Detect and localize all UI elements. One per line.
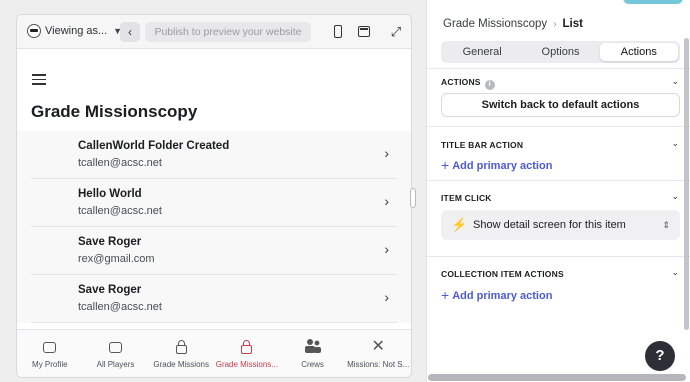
tab-label: Grade Missions xyxy=(153,360,209,369)
list-item-title: CallenWorld Folder Created xyxy=(78,140,230,152)
lock-icon xyxy=(237,338,257,356)
plus-icon: + xyxy=(441,287,450,303)
expand-button[interactable]: ⤢ xyxy=(387,23,405,41)
tab-grade-missions-copy[interactable]: Grade Missions... xyxy=(214,330,280,377)
phone-view-button[interactable] xyxy=(329,23,347,41)
chevron-right-icon: › xyxy=(553,19,557,30)
breadcrumb: Grade Missionscopy › List xyxy=(443,18,583,30)
tab-label: My Profile xyxy=(32,360,68,369)
chevron-down-icon[interactable]: ⌄ xyxy=(671,267,679,278)
tab-options[interactable]: Options xyxy=(521,43,599,61)
tab-label: All Players xyxy=(96,360,135,369)
tablet-icon xyxy=(358,26,370,37)
tab-label: Missions: Not S... xyxy=(347,360,410,369)
tablet-view-button[interactable] xyxy=(355,23,373,41)
preview-list: CallenWorld Folder Created tcallen@acsc.… xyxy=(17,131,411,323)
switch-default-actions-button[interactable]: Switch back to default actions xyxy=(441,93,680,117)
list-item-title: Hello World xyxy=(78,188,142,200)
people-icon xyxy=(303,338,323,356)
list-item-title: Save Roger xyxy=(78,284,142,296)
list-item-title: Save Roger xyxy=(78,236,142,248)
list-item-subtitle: tcallen@acsc.net xyxy=(78,301,162,313)
tab-crews[interactable]: Crews xyxy=(280,330,346,377)
chevron-down-icon[interactable]: ⌄ xyxy=(671,191,679,202)
add-collection-action-link[interactable]: + Add primary action xyxy=(441,287,552,303)
resize-handle[interactable] xyxy=(410,188,416,208)
chevron-down-icon[interactable]: ⌄ xyxy=(671,76,679,87)
help-button[interactable]: ? xyxy=(645,341,675,371)
preview-url-field[interactable]: Publish to preview your website xyxy=(145,22,311,42)
message-icon xyxy=(40,338,60,356)
list-item-subtitle: tcallen@acsc.net xyxy=(78,205,162,217)
item-click-select[interactable]: ⚡ Show detail screen for this item ⇕ xyxy=(441,210,680,240)
viewing-as-dropdown[interactable]: Viewing as... ▼ xyxy=(27,24,122,38)
tab-label: Grade Missions... xyxy=(215,360,278,369)
list-item-subtitle: tcallen@acsc.net xyxy=(78,157,162,169)
plus-icon: + xyxy=(441,157,450,173)
item-click-heading: ITEM CLICK xyxy=(441,193,492,203)
horizontal-scrollbar[interactable] xyxy=(428,374,686,381)
chevron-right-icon: › xyxy=(384,145,389,161)
tab-general[interactable]: General xyxy=(443,43,521,61)
close-icon: ✕ xyxy=(371,338,385,355)
lock-icon xyxy=(171,338,191,356)
collection-item-actions-section: COLLECTION ITEM ACTIONS ⌄ + Add primary a… xyxy=(427,256,690,316)
chevron-down-icon[interactable]: ⌄ xyxy=(671,138,679,149)
preview-tab-bar: My Profile All Players Grade Missions Gr… xyxy=(17,329,411,377)
user-avatar-icon xyxy=(27,24,41,38)
add-title-bar-action-link[interactable]: + Add primary action xyxy=(441,157,552,173)
preview-area: Viewing as... ▼ ‹ Publish to preview you… xyxy=(0,0,426,382)
app-preview-frame: Viewing as... ▼ ‹ Publish to preview you… xyxy=(16,14,412,378)
hamburger-menu-icon[interactable] xyxy=(32,74,46,88)
phone-icon xyxy=(334,25,342,38)
list-item-subtitle: rex@gmail.com xyxy=(78,253,155,265)
tab-missions-not-started[interactable]: ✕ Missions: Not S... xyxy=(345,330,411,377)
chevron-right-icon: › xyxy=(384,241,389,257)
breadcrumb-current: List xyxy=(562,18,583,30)
breadcrumb-parent[interactable]: Grade Missionscopy xyxy=(443,18,547,30)
list-item[interactable]: Save Roger tcallen@acsc.net › xyxy=(31,275,397,323)
message-icon xyxy=(106,338,126,356)
chevron-right-icon: › xyxy=(384,193,389,209)
preview-screen: Grade Missionscopy CallenWorld Folder Cr… xyxy=(17,50,411,330)
preview-toolbar: Viewing as... ▼ ‹ Publish to preview you… xyxy=(17,15,411,49)
panel-tabs: General Options Actions xyxy=(441,41,680,63)
item-click-value: Show detail screen for this item xyxy=(473,219,626,231)
tab-grade-missions[interactable]: Grade Missions xyxy=(148,330,214,377)
lightning-icon: ⚡ xyxy=(451,217,468,232)
collection-item-actions-heading: COLLECTION ITEM ACTIONS xyxy=(441,269,564,279)
up-down-chevron-icon: ⇕ xyxy=(662,220,670,230)
screen-title: Grade Missionscopy xyxy=(31,102,198,121)
expand-icon: ⤢ xyxy=(390,24,402,39)
tab-label: Crews xyxy=(301,360,324,369)
list-item[interactable]: Hello World tcallen@acsc.net › xyxy=(31,179,397,227)
vertical-scrollbar[interactable] xyxy=(684,38,689,330)
back-button[interactable]: ‹ xyxy=(120,22,140,42)
viewing-as-label: Viewing as... xyxy=(45,25,108,37)
title-bar-action-heading: TITLE BAR ACTION xyxy=(441,140,524,150)
title-bar-action-section: TITLE BAR ACTION ⌄ + Add primary action xyxy=(427,126,690,180)
chevron-right-icon: › xyxy=(384,289,389,305)
tab-all-players[interactable]: All Players xyxy=(83,330,149,377)
list-item[interactable]: CallenWorld Folder Created tcallen@acsc.… xyxy=(31,131,397,179)
actions-heading: ACTIONS i xyxy=(441,77,495,90)
info-icon[interactable]: i xyxy=(484,80,495,90)
config-panel: Grade Missionscopy › List General Options … xyxy=(426,0,690,382)
list-item[interactable]: Save Roger rex@gmail.com › xyxy=(31,227,397,275)
top-accent-tab xyxy=(623,0,683,4)
tab-actions[interactable]: Actions xyxy=(599,43,678,61)
tab-my-profile[interactable]: My Profile xyxy=(17,330,83,377)
